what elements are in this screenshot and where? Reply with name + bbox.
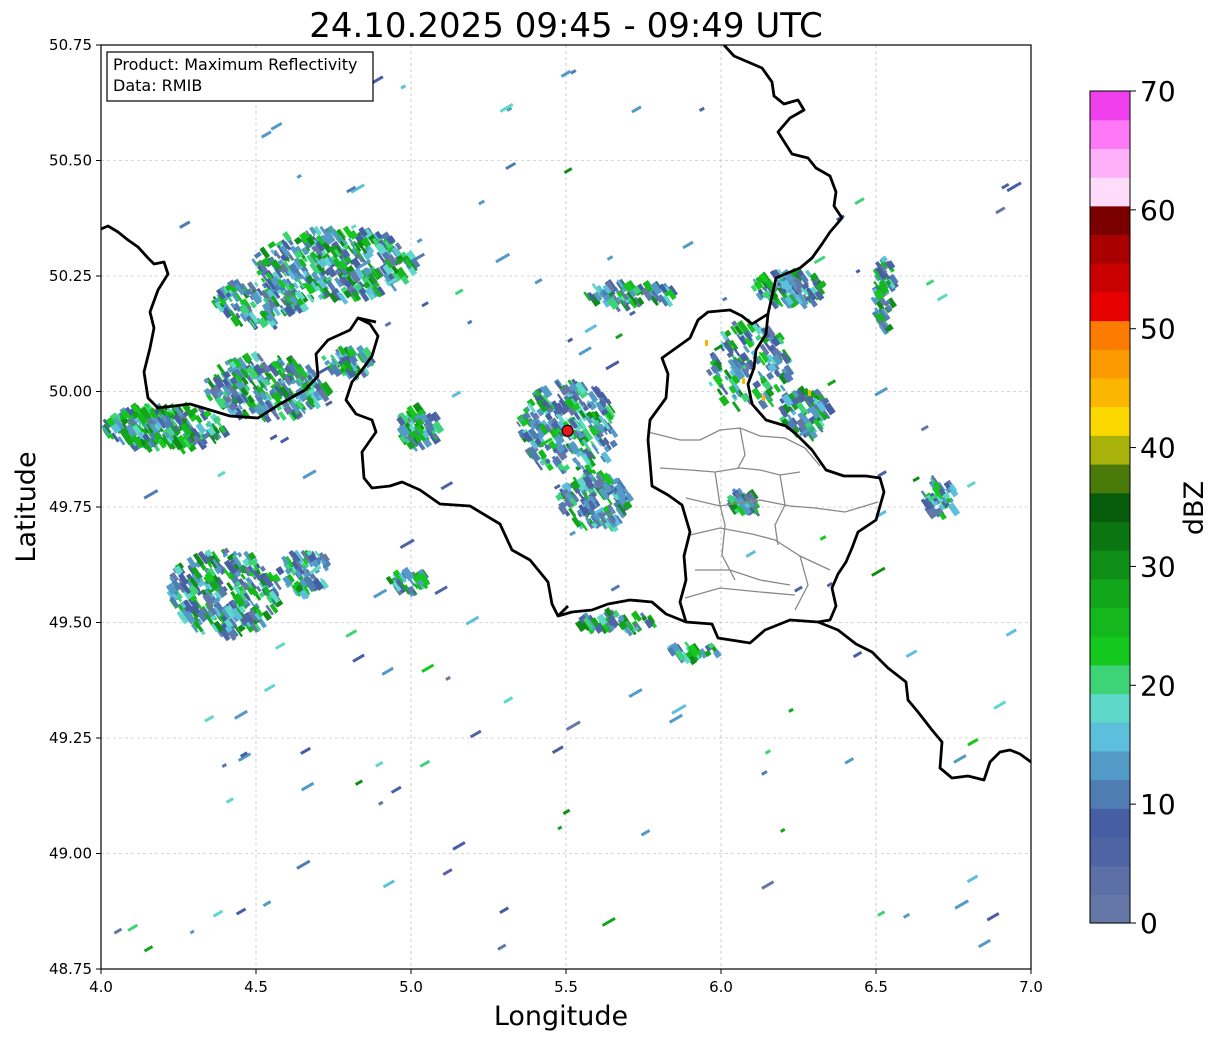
colorbar-segment <box>1090 779 1130 809</box>
colorbar-segment <box>1090 205 1130 236</box>
info-box: Product: Maximum Reflectivity Data: RMIB <box>106 51 374 102</box>
x-tick-label: 5.5 <box>554 978 578 996</box>
y-tick-label: 50.75 <box>49 36 92 54</box>
y-axis-ticks: 48.75 49.00 49.25 49.50 49.75 50.00 50.25 50.50… <box>49 36 101 978</box>
x-axis-ticks: 4.0 4.5 5.0 5.5 6.0 6.5 7.0 <box>89 969 1043 996</box>
info-product: Product: Maximum Reflectivity <box>113 55 357 74</box>
echo-cell <box>742 378 745 384</box>
y-tick-label: 50.25 <box>49 267 92 285</box>
colorbar-segment <box>1090 550 1130 580</box>
radar-site-marker <box>561 424 574 437</box>
x-tick-label: 4.5 <box>244 978 268 996</box>
y-tick-label: 48.75 <box>49 960 92 978</box>
echo-cell <box>762 395 765 401</box>
colorbar-segment <box>1090 664 1130 695</box>
colorbar-segment <box>1090 177 1130 207</box>
colorbar-segment <box>1090 291 1130 322</box>
x-axis-label: Longitude <box>494 1001 628 1032</box>
map-title: 24.10.2025 09:45 - 09:49 UTC <box>309 6 823 46</box>
colorbar-segment <box>1090 578 1130 609</box>
colorbar-segment <box>1090 521 1130 551</box>
x-tick-label: 7.0 <box>1019 978 1043 996</box>
colorbar-segment <box>1090 91 1130 121</box>
colorbar-segment <box>1090 377 1130 408</box>
colorbar-tick-label: 40 <box>1140 432 1176 465</box>
colorbar-segment <box>1090 435 1130 465</box>
colorbar-tick-label: 70 <box>1140 75 1176 108</box>
colorbar-segment <box>1090 234 1130 264</box>
colorbar-segment <box>1090 865 1130 895</box>
colorbar-segment <box>1090 894 1130 924</box>
colorbar-segment <box>1090 693 1130 723</box>
colorbar-ticks: 0 10 20 30 40 50 60 70 <box>1130 75 1176 940</box>
colorbar-tick-label: 60 <box>1140 194 1176 227</box>
colorbar-segment <box>1090 722 1130 752</box>
colorbar <box>1089 90 1131 924</box>
y-tick-label: 49.50 <box>49 614 92 632</box>
colorbar-segment <box>1090 148 1130 178</box>
colorbar-segment <box>1090 808 1130 838</box>
radar-map-figure: 24.10.2025 09:45 - 09:49 UTC Product: Ma… <box>11 6 1210 1032</box>
colorbar-tick-label: 50 <box>1140 313 1176 346</box>
colorbar-segment <box>1090 607 1130 637</box>
echo-cell <box>808 390 811 396</box>
y-tick-label: 50.00 <box>49 383 92 401</box>
colorbar-segment <box>1090 119 1130 149</box>
x-tick-label: 6.0 <box>709 978 733 996</box>
colorbar-tick-label: 0 <box>1140 907 1158 940</box>
x-tick-label: 5.0 <box>399 978 423 996</box>
colorbar-tick-label: 10 <box>1140 788 1176 821</box>
colorbar-segment <box>1090 636 1130 666</box>
colorbar-segment <box>1090 320 1130 350</box>
colorbar-tick-label: 30 <box>1140 550 1176 583</box>
colorbar-segment <box>1090 750 1130 781</box>
y-tick-label: 49.75 <box>49 498 92 516</box>
info-source: Data: RMIB <box>113 76 202 95</box>
colorbar-tick-label: 20 <box>1140 669 1176 702</box>
echo-cell <box>705 340 708 346</box>
colorbar-segment <box>1090 463 1130 494</box>
colorbar-segment <box>1090 406 1130 436</box>
x-tick-label: 4.0 <box>89 978 113 996</box>
colorbar-segment <box>1090 349 1130 379</box>
colorbar-segment <box>1090 492 1130 522</box>
y-tick-label: 49.00 <box>49 845 92 863</box>
colorbar-label: dBZ <box>1179 481 1210 535</box>
y-tick-label: 50.50 <box>49 152 92 170</box>
colorbar-segment <box>1090 836 1130 867</box>
y-tick-label: 49.25 <box>49 729 92 747</box>
x-tick-label: 6.5 <box>864 978 888 996</box>
y-axis-label: Latitude <box>11 451 42 562</box>
colorbar-segment <box>1090 263 1130 293</box>
